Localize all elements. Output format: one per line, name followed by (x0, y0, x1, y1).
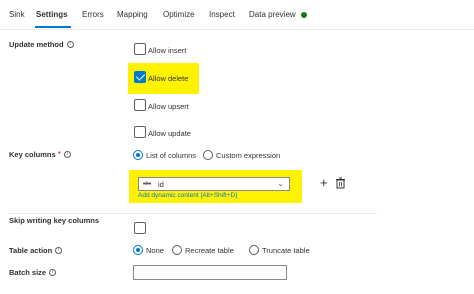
tab-bar: Sink Settings Errors Mapping Optimize In… (0, 0, 474, 30)
key-column-select[interactable]: abc id ⌄ (138, 177, 290, 191)
truncate-table-label: Truncate table (262, 246, 310, 255)
active-tab-indicator (35, 26, 71, 28)
list-of-columns-radio[interactable] (133, 150, 143, 160)
allow-upsert-label: Allow upsert (148, 102, 189, 111)
info-icon[interactable]: i (66, 41, 74, 48)
key-column-value: id (158, 180, 164, 189)
custom-expression-radio[interactable] (203, 150, 213, 160)
tab-optimize[interactable]: Optimize (163, 10, 195, 19)
list-of-columns-label: List of columns (146, 151, 197, 160)
key-columns-row: Key columns * i (9, 150, 71, 159)
allow-update-checkbox[interactable] (134, 126, 146, 138)
string-type-icon: abc (143, 181, 152, 187)
recreate-table-label: Recreate table (185, 246, 234, 255)
tab-mapping[interactable]: Mapping (117, 10, 148, 19)
none-radio[interactable] (133, 245, 143, 255)
key-columns-label: Key columns (9, 150, 56, 159)
section-divider (9, 213, 377, 214)
batch-size-input[interactable] (133, 265, 287, 280)
info-icon[interactable]: i (55, 247, 63, 254)
add-dynamic-content-link[interactable]: Add dynamic content [Alt+Shift+D] (138, 192, 237, 199)
allow-insert-label: Allow insert (148, 46, 187, 55)
chevron-down-icon[interactable]: ⌄ (277, 179, 284, 188)
update-method-label: Update method (9, 40, 64, 49)
table-action-label: Table action (9, 246, 53, 255)
skip-writing-key-columns-checkbox[interactable] (134, 222, 146, 234)
delete-icon[interactable] (335, 177, 346, 189)
allow-insert-checkbox[interactable] (134, 43, 146, 55)
tab-inspect[interactable]: Inspect (209, 10, 235, 19)
batch-size-label: Batch size (9, 268, 47, 277)
tab-sink[interactable]: Sink (9, 10, 25, 19)
table-action-row: Table action i (9, 246, 63, 255)
none-label: None (146, 246, 164, 255)
recreate-table-radio[interactable] (172, 245, 182, 255)
batch-size-row: Batch size i (9, 268, 57, 277)
info-icon[interactable]: i (49, 269, 57, 276)
add-icon[interactable]: + (320, 176, 328, 189)
truncate-table-radio[interactable] (249, 245, 259, 255)
allow-delete-checkbox[interactable] (134, 71, 146, 83)
tab-errors[interactable]: Errors (82, 10, 104, 19)
update-method-row: Update method i (9, 40, 74, 49)
allow-upsert-checkbox[interactable] (134, 99, 146, 111)
info-icon[interactable]: i (63, 151, 71, 158)
allow-update-label: Allow update (148, 129, 191, 138)
status-dot-icon (301, 12, 307, 18)
required-marker: * (57, 150, 61, 159)
tab-settings[interactable]: Settings (36, 10, 68, 19)
allow-delete-label: Allow delete (148, 74, 189, 83)
tab-data-preview[interactable]: Data preview (249, 10, 296, 19)
skip-writing-key-columns-label: Skip writing key columns (9, 216, 100, 225)
custom-expression-label: Custom expression (216, 151, 281, 160)
